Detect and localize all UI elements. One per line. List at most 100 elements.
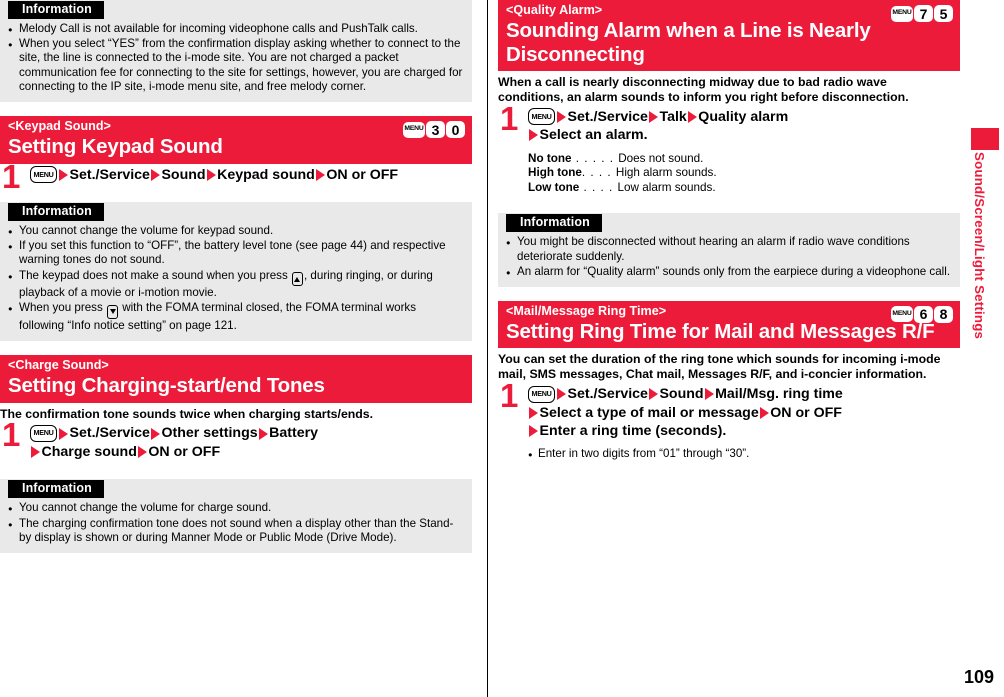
step-subnote: Enter in two digits from “01” through “3… <box>498 447 960 462</box>
step-line: Enter a ring time (seconds). <box>528 422 960 441</box>
section-header-charge-sound: <Charge Sound> Setting Charging-start/en… <box>0 355 472 403</box>
section-header-keypad-sound: <Keypad Sound> Setting Keypad Sound MENU… <box>0 116 472 164</box>
info-list: You cannot change the volume for charge … <box>0 501 472 545</box>
section-lead-text: When a call is nearly disconnecting midw… <box>498 75 909 104</box>
step-target: Keypad sound <box>217 166 315 183</box>
option-description: High alarm sounds. <box>615 166 717 180</box>
menu-key-shortcut-cluster: MENU 7 5 <box>891 5 953 22</box>
step-target: Select a type of mail or message <box>539 404 759 421</box>
step-target: Charge sound <box>41 443 137 460</box>
list-item: You might be disconnected without hearin… <box>506 235 952 263</box>
step-target: Battery <box>269 425 319 442</box>
step-number: 1 <box>2 157 21 195</box>
step-target: Set./Service <box>69 425 150 442</box>
number-key-icon: 0 <box>446 121 465 139</box>
arrow-icon <box>648 388 658 401</box>
step-keypad-sound: 1 MENU Set./Service Sound Keypad sound O… <box>0 160 472 193</box>
step-target: ON or OFF <box>148 443 221 460</box>
step-number: 1 <box>500 99 519 137</box>
step-target: Talk <box>659 108 687 125</box>
section-title: Setting Charging-start/end Tones <box>8 374 325 398</box>
arrow-icon <box>704 388 714 401</box>
list-item: If you set this function to “OFF”, the b… <box>8 239 464 267</box>
info-box-title: Information <box>8 203 104 222</box>
section-title: Sounding Alarm when a Line is Nearly Dis… <box>506 19 871 66</box>
option-term: No tone <box>528 151 572 165</box>
list-item: Melody Call is not available for incomin… <box>8 22 464 37</box>
menu-key-icon: MENU <box>30 425 57 443</box>
info-list: You might be disconnected without hearin… <box>498 235 960 280</box>
step-target: Set./Service <box>69 166 150 183</box>
info-box-title: Information <box>8 1 104 19</box>
step-target: Other settings <box>161 425 258 442</box>
section-lead-text: You can set the duration of the ring ton… <box>498 352 941 382</box>
info-box-charge-sound: Information You cannot change the volume… <box>0 479 472 553</box>
step-target: Select an alarm. <box>539 127 648 144</box>
section-subtitle: <Keypad Sound> <box>8 119 111 134</box>
step-number: 1 <box>500 377 519 415</box>
list-item: The charging confirmation tone does not … <box>8 517 464 545</box>
arrow-icon <box>315 168 325 181</box>
section-subtitle: <Quality Alarm> <box>506 3 603 17</box>
step-target: Sound <box>161 166 206 183</box>
step-target: ON or OFF <box>326 166 399 183</box>
section-title: Setting Keypad Sound <box>8 135 223 159</box>
arrow-icon <box>31 446 40 459</box>
section-header-mail-ring-time: <Mail/Message Ring Time> Setting Ring Ti… <box>498 300 960 349</box>
menu-key-icon: MENU <box>403 121 425 138</box>
left-column: Information Melody Call is not available… <box>0 0 472 553</box>
section-header-quality-alarm: <Quality Alarm> Sounding Alarm when a Li… <box>498 0 960 71</box>
step-target: Mail/Msg. ring time <box>715 386 843 403</box>
arrow-icon <box>258 427 268 440</box>
leader-dots: . . . . . <box>571 151 619 165</box>
list-item: When you press with the FOMA terminal cl… <box>8 301 464 333</box>
info-box-melody-call: Information Melody Call is not available… <box>0 0 472 103</box>
up-key-icon <box>291 272 303 287</box>
step-target: Set./Service <box>567 108 648 125</box>
right-column: <Quality Alarm> Sounding Alarm when a Li… <box>498 0 960 461</box>
column-divider <box>487 0 488 697</box>
section-subtitle: <Charge Sound> <box>8 358 109 373</box>
menu-key-icon: MENU <box>528 108 555 126</box>
list-item: An alarm for “Quality alarm” sounds only… <box>506 265 952 280</box>
arrow-icon <box>137 446 147 459</box>
leader-dots: . . . . <box>581 166 616 180</box>
number-key-icon: 3 <box>426 121 445 139</box>
list-item: The keypad does not make a sound when yo… <box>8 269 464 301</box>
arrow-icon <box>687 110 697 123</box>
step-line: MENU Set./Service Sound Keypad sound ON … <box>30 166 472 185</box>
section-title: Setting Ring Time for Mail and Messages … <box>506 319 935 343</box>
step-mail-ring-time: 1 MENU Set./Service Sound Mail/Msg. ring… <box>498 379 960 441</box>
info-list: You cannot change the volume for keypad … <box>0 224 472 333</box>
section-lead-text: The confirmation tone sounds twice when … <box>0 406 374 421</box>
step-quality-alarm: 1 MENU Set./Service Talk Quality alarm S… <box>498 102 960 145</box>
arrow-icon <box>150 168 160 181</box>
list-item: Low tone . . . . Low alarm sounds. <box>528 181 960 196</box>
step-line: MENU Set./Service Sound Mail/Msg. ring t… <box>528 385 960 404</box>
arrow-icon <box>557 110 566 123</box>
arrow-icon <box>529 406 538 419</box>
down-key-icon <box>107 304 118 319</box>
number-key-icon: 8 <box>934 305 953 323</box>
info-box-keypad-sound: Information You cannot change the volume… <box>0 202 472 342</box>
option-description: Low alarm sounds. <box>617 180 716 194</box>
section-subtitle: <Mail/Message Ring Time> <box>506 303 667 318</box>
info-box-title: Information <box>8 480 104 499</box>
option-description: Does not sound. <box>618 151 704 165</box>
step-target: Sound <box>659 386 704 403</box>
arrow-icon <box>150 427 160 440</box>
number-key-icon: 7 <box>914 5 933 22</box>
step-line: Select a type of mail or message ON or O… <box>528 404 960 423</box>
menu-key-icon: MENU <box>891 5 913 22</box>
step-line: Select an alarm. <box>528 126 960 145</box>
chapter-tab-marker <box>971 128 999 150</box>
menu-key-shortcut-cluster: MENU 6 8 <box>891 305 953 323</box>
list-item: You cannot change the volume for keypad … <box>8 224 464 239</box>
number-key-icon: 6 <box>914 305 933 323</box>
step-target: Set./Service <box>567 386 648 403</box>
list-item: No tone . . . . . Does not sound. <box>528 152 960 167</box>
step-target: Quality alarm <box>698 108 789 125</box>
chapter-side-tab: Sound/Screen/Light Settings <box>966 0 1004 697</box>
step-charge-sound: 1 MENU Set./Service Other settings Batte… <box>0 418 472 461</box>
list-item: You cannot change the volume for charge … <box>8 501 464 516</box>
